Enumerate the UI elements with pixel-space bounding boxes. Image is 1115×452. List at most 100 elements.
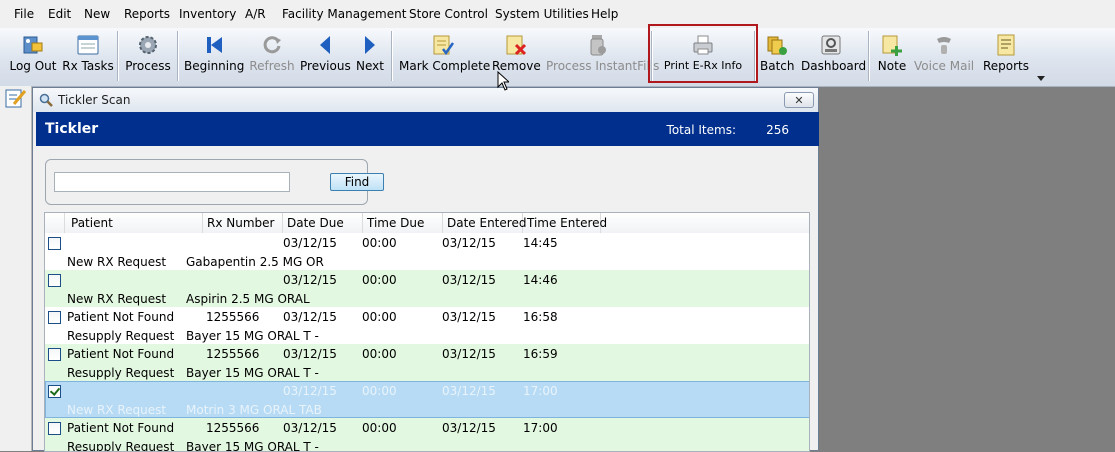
header-date-due[interactable]: Date Due xyxy=(283,213,363,233)
toolbar-separator xyxy=(868,31,870,81)
row-checkbox[interactable] xyxy=(48,348,61,361)
cell-request-type: Resupply Request xyxy=(67,366,175,380)
log-out-icon xyxy=(23,36,43,54)
cell-time-due: 00:00 xyxy=(362,347,397,361)
cell-time-entered: 16:58 xyxy=(523,310,558,324)
header-time-entered[interactable]: Time Entered xyxy=(523,213,607,233)
gear-icon xyxy=(139,36,157,54)
cell-request-type: New RX Request xyxy=(67,255,167,269)
tickler-grid: Patient Rx Number Date Due Time Due Date… xyxy=(44,212,810,452)
cell-request-type: Resupply Request xyxy=(67,329,175,343)
row-checkbox[interactable] xyxy=(48,422,61,435)
cell-rx-number: 1255566 xyxy=(206,421,260,435)
reports-button[interactable]: Reports xyxy=(982,28,1030,80)
table-row[interactable]: 03/12/15 00:00 03/12/15 14:45 New RX Request… xyxy=(45,233,809,270)
note-button[interactable]: Note xyxy=(876,28,908,80)
menu-reports[interactable]: Reports xyxy=(124,7,170,21)
cell-time-entered: 14:45 xyxy=(523,236,558,250)
window-titlebar[interactable]: Tickler Scan ✕ xyxy=(33,88,818,112)
cell-date-entered: 03/12/15 xyxy=(442,273,496,287)
cell-drug: Gabapentin 2.5 MG OR xyxy=(186,255,324,269)
reports-label: Reports xyxy=(982,59,1030,73)
cell-time-due: 00:00 xyxy=(362,384,397,398)
header-rx-number[interactable]: Rx Number xyxy=(203,213,283,233)
highlight-box xyxy=(648,24,758,83)
log-out-label: Log Out xyxy=(9,59,57,73)
voice-mail-label: Voice Mail xyxy=(914,59,975,73)
batch-button[interactable]: Batch xyxy=(760,28,795,80)
close-button[interactable]: ✕ xyxy=(784,92,814,108)
cell-drug: Bayer 15 MG ORAL T - xyxy=(186,329,319,343)
menu-edit[interactable]: Edit xyxy=(48,7,71,21)
process-button[interactable]: Process xyxy=(123,28,173,80)
log-out-button[interactable]: Log Out xyxy=(5,28,61,80)
cell-date-entered: 03/12/15 xyxy=(442,310,496,324)
previous-label: Previous xyxy=(300,59,351,73)
table-row[interactable]: Patient Not Found 1255566 03/12/15 00:00 03/… xyxy=(45,344,809,381)
batch-label: Batch xyxy=(760,59,795,73)
notepad-check-icon xyxy=(433,35,455,56)
search-input[interactable] xyxy=(54,172,290,192)
cell-patient: Patient Not Found xyxy=(67,347,175,361)
menu-inventory[interactable]: Inventory xyxy=(179,7,236,21)
refresh-icon xyxy=(263,36,281,54)
menu-system-utilities[interactable]: System Utilities xyxy=(495,7,589,21)
header-date-entered[interactable]: Date Entered xyxy=(443,213,526,233)
process-instantfills-label: Process InstantFills xyxy=(546,59,660,73)
toolbar-overflow-icon[interactable] xyxy=(1037,76,1045,81)
process-label: Process xyxy=(125,59,171,73)
cell-drug: Bayer 15 MG ORAL T - xyxy=(186,440,319,452)
cell-drug: Motrin 3 MG ORAL TAB xyxy=(186,403,322,417)
menu-file[interactable]: File xyxy=(14,7,34,21)
cell-patient: Patient Not Found xyxy=(67,421,175,435)
row-checkbox[interactable] xyxy=(48,237,61,250)
dashboard-button[interactable]: Dashboard xyxy=(801,28,866,80)
menu-facility-management[interactable]: Facility Management xyxy=(282,7,406,21)
header-patient[interactable]: Patient xyxy=(65,213,203,233)
total-items-value: 256 xyxy=(766,123,789,137)
toolbar-separator xyxy=(117,31,119,81)
window-title: Tickler Scan xyxy=(58,93,131,107)
process-instantfills-button[interactable]: Process InstantFills xyxy=(546,28,660,80)
cell-date-due: 03/12/15 xyxy=(283,273,337,287)
table-row[interactable]: Patient Not Found 1255566 03/12/15 00:00 03/… xyxy=(45,418,809,452)
next-button[interactable]: Next xyxy=(355,28,385,80)
toolbar: Log Out Rx Tasks Process Beginning Refre… xyxy=(0,28,1115,87)
cell-date-due: 03/12/15 xyxy=(283,310,337,324)
cell-date-due: 03/12/15 xyxy=(283,236,337,250)
arrow-left-icon xyxy=(320,36,330,54)
cell-date-due: 03/12/15 xyxy=(283,384,337,398)
menu-help[interactable]: Help xyxy=(591,7,618,21)
cell-time-entered: 16:59 xyxy=(523,347,558,361)
notes-pencil-icon[interactable] xyxy=(5,88,27,108)
rx-tasks-label: Rx Tasks xyxy=(62,59,114,73)
rx-tasks-icon xyxy=(77,35,99,55)
row-checkbox[interactable] xyxy=(48,311,61,324)
menu-ar[interactable]: A/R xyxy=(245,7,266,21)
tickler-banner: Tickler Total Items: 256 xyxy=(36,112,819,146)
cell-drug: Bayer 15 MG ORAL T - xyxy=(186,366,319,380)
total-items-label: Total Items: xyxy=(666,123,736,137)
cell-request-type: New RX Request xyxy=(67,403,167,417)
refresh-label: Refresh xyxy=(249,59,295,73)
find-button[interactable]: Find xyxy=(330,173,384,191)
mark-complete-button[interactable]: Mark Complete xyxy=(399,28,490,80)
table-row[interactable]: Patient Not Found 1255566 03/12/15 00:00 03/… xyxy=(45,307,809,344)
beginning-button[interactable]: Beginning xyxy=(184,28,244,80)
refresh-button[interactable]: Refresh xyxy=(248,28,296,80)
table-row[interactable]: 03/12/15 00:00 03/12/15 17:00 New RX Request… xyxy=(45,381,809,418)
cell-date-due: 03/12/15 xyxy=(283,347,337,361)
banner-title: Tickler xyxy=(45,121,99,137)
menu-store-control[interactable]: Store Control xyxy=(409,7,488,21)
header-time-due[interactable]: Time Due xyxy=(363,213,443,233)
voice-mail-button[interactable]: Voice Mail xyxy=(914,28,974,80)
cell-request-type: New RX Request xyxy=(67,292,167,306)
note-label: Note xyxy=(877,59,907,73)
row-checkbox[interactable] xyxy=(48,385,61,398)
previous-button[interactable]: Previous xyxy=(300,28,351,80)
menu-new[interactable]: New xyxy=(84,7,110,21)
table-row[interactable]: 03/12/15 00:00 03/12/15 14:46 New RX Request… xyxy=(45,270,809,307)
note-add-icon xyxy=(882,35,902,56)
row-checkbox[interactable] xyxy=(48,274,61,287)
rx-tasks-button[interactable]: Rx Tasks xyxy=(62,28,114,80)
